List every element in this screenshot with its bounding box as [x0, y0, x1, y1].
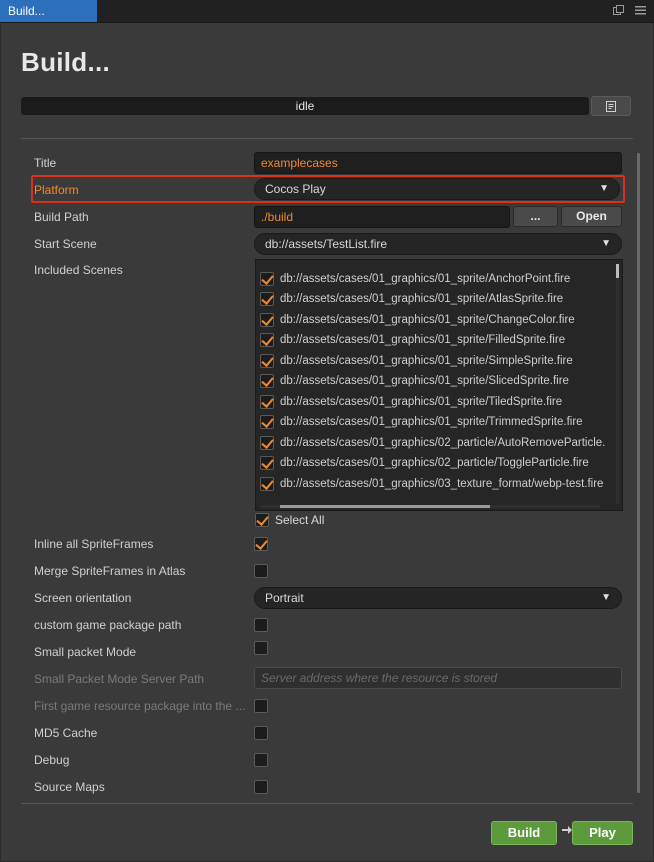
checkbox[interactable]	[260, 415, 274, 429]
list-item[interactable]: db://assets/cases/01_graphics/01_sprite/…	[260, 313, 575, 327]
scene-path: db://assets/cases/01_graphics/02_particl…	[280, 457, 589, 469]
start-scene-select[interactable]: db://assets/TestList.fire ▼	[254, 233, 622, 255]
small-packet-mode-label: Small packet Mode	[34, 645, 137, 659]
scrollbar-thumb[interactable]	[616, 264, 619, 278]
merge-spriteframes-label: Merge SpriteFrames in Atlas	[34, 564, 186, 578]
page-title: Build...	[21, 47, 111, 77]
first-game-resource-label: First game resource package into the ...	[34, 699, 246, 713]
checkbox[interactable]	[260, 272, 274, 286]
window-controls	[612, 4, 646, 16]
platform-label: Platform	[34, 183, 79, 197]
checkbox[interactable]	[260, 292, 274, 306]
title-input[interactable]: examplecases	[254, 152, 622, 174]
list-item[interactable]: db://assets/cases/01_graphics/01_sprite/…	[260, 415, 583, 429]
play-button[interactable]: Play	[572, 821, 633, 845]
list-item[interactable]: db://assets/cases/01_graphics/01_sprite/…	[260, 272, 570, 286]
chevron-down-icon: ▼	[599, 183, 609, 194]
checkbox[interactable]	[260, 333, 274, 347]
checkbox[interactable]	[260, 456, 274, 470]
debug-label: Debug	[34, 753, 70, 767]
tab-bar: Build...	[0, 0, 654, 23]
scrollbar-thumb[interactable]	[280, 505, 490, 508]
custom-package-path-checkbox[interactable]	[254, 618, 268, 632]
scene-path: db://assets/cases/01_graphics/01_sprite/…	[280, 375, 569, 387]
checkbox[interactable]	[255, 513, 269, 527]
divider-top	[21, 138, 633, 139]
scene-path: db://assets/cases/01_graphics/01_sprite/…	[280, 416, 583, 428]
source-maps-label: Source Maps	[34, 780, 105, 794]
checkbox[interactable]	[260, 374, 274, 388]
included-scenes-list[interactable]: db://assets/cases/01_graphics/01_sprite/…	[255, 259, 623, 511]
checkbox[interactable]	[260, 395, 274, 409]
browse-button[interactable]: ...	[513, 206, 558, 227]
debug-checkbox[interactable]	[254, 753, 268, 767]
md5-cache-label: MD5 Cache	[34, 726, 98, 740]
list-item[interactable]: db://assets/cases/01_graphics/01_sprite/…	[260, 395, 562, 409]
build-path-input[interactable]: ./build	[254, 206, 510, 228]
platform-value: Cocos Play	[265, 182, 326, 196]
scene-path: db://assets/cases/01_graphics/03_texture…	[280, 478, 604, 490]
build-button[interactable]: Build	[491, 821, 557, 845]
small-packet-server-input: Server address where the resource is sto…	[254, 667, 622, 689]
scene-path: db://assets/cases/01_graphics/01_sprite/…	[280, 334, 566, 346]
list-item[interactable]: db://assets/cases/01_graphics/02_particl…	[260, 436, 605, 450]
scene-path: db://assets/cases/01_graphics/01_sprite/…	[280, 314, 575, 326]
inline-spriteframes-checkbox[interactable]	[254, 537, 268, 551]
start-scene-value: db://assets/TestList.fire	[265, 237, 388, 251]
list-item[interactable]: db://assets/cases/01_graphics/01_sprite/…	[260, 374, 569, 388]
md5-cache-checkbox[interactable]	[254, 726, 268, 740]
scene-path: db://assets/cases/01_graphics/01_sprite/…	[280, 273, 571, 285]
popout-icon[interactable]	[612, 4, 624, 16]
panel-scrollbar[interactable]	[637, 153, 640, 793]
screen-orientation-value: Portrait	[265, 591, 304, 605]
divider-bottom	[21, 803, 633, 804]
checkbox[interactable]	[260, 477, 274, 491]
select-all-label: Select All	[275, 513, 325, 527]
title-label: Title	[34, 156, 57, 170]
scene-path: db://assets/cases/01_graphics/01_sprite/…	[280, 396, 563, 408]
log-icon	[606, 100, 616, 112]
scene-path: db://assets/cases/01_graphics/01_sprite/…	[280, 355, 573, 367]
scenes-horizontal-scrollbar[interactable]	[260, 505, 600, 508]
open-log-button[interactable]	[591, 96, 631, 116]
platform-select[interactable]: Cocos Play ▼	[254, 178, 620, 200]
small-packet-mode-checkbox[interactable]	[254, 641, 268, 655]
build-status-bar: idle	[21, 97, 589, 115]
scenes-vertical-scrollbar[interactable]	[616, 264, 619, 504]
list-item[interactable]: db://assets/cases/01_graphics/02_particl…	[260, 456, 589, 470]
menu-icon[interactable]	[634, 4, 646, 16]
checkbox[interactable]	[260, 313, 274, 327]
tab-build[interactable]: Build...	[0, 0, 97, 22]
source-maps-checkbox[interactable]	[254, 780, 268, 794]
list-item[interactable]: db://assets/cases/01_graphics/01_sprite/…	[260, 292, 563, 306]
first-game-resource-checkbox[interactable]	[254, 699, 268, 713]
scene-path: db://assets/cases/01_graphics/02_particl…	[280, 437, 606, 449]
chevron-down-icon: ▼	[601, 592, 611, 603]
custom-package-path-label: custom game package path	[34, 618, 182, 632]
merge-spriteframes-checkbox[interactable]	[254, 564, 268, 578]
start-scene-label: Start Scene	[34, 237, 97, 251]
checkbox[interactable]	[260, 436, 274, 450]
screen-orientation-label: Screen orientation	[34, 591, 132, 605]
inline-spriteframes-label: Inline all SpriteFrames	[34, 537, 154, 551]
checkbox[interactable]	[260, 354, 274, 368]
select-all-checkbox[interactable]: Select All	[255, 513, 324, 527]
list-item[interactable]: db://assets/cases/01_graphics/01_sprite/…	[260, 354, 573, 368]
list-item[interactable]: db://assets/cases/01_graphics/01_sprite/…	[260, 333, 565, 347]
build-path-label: Build Path	[34, 210, 89, 224]
build-panel: Build... idle Title examplecases Platfor…	[1, 23, 653, 861]
scene-path: db://assets/cases/01_graphics/01_sprite/…	[280, 293, 564, 305]
small-packet-server-label: Small Packet Mode Server Path	[34, 672, 205, 686]
list-item[interactable]: db://assets/cases/01_graphics/03_texture…	[260, 477, 603, 491]
chevron-down-icon: ▼	[601, 238, 611, 249]
open-button[interactable]: Open	[561, 206, 622, 227]
included-scenes-label: Included Scenes	[34, 263, 123, 277]
screen-orientation-select[interactable]: Portrait ▼	[254, 587, 622, 609]
